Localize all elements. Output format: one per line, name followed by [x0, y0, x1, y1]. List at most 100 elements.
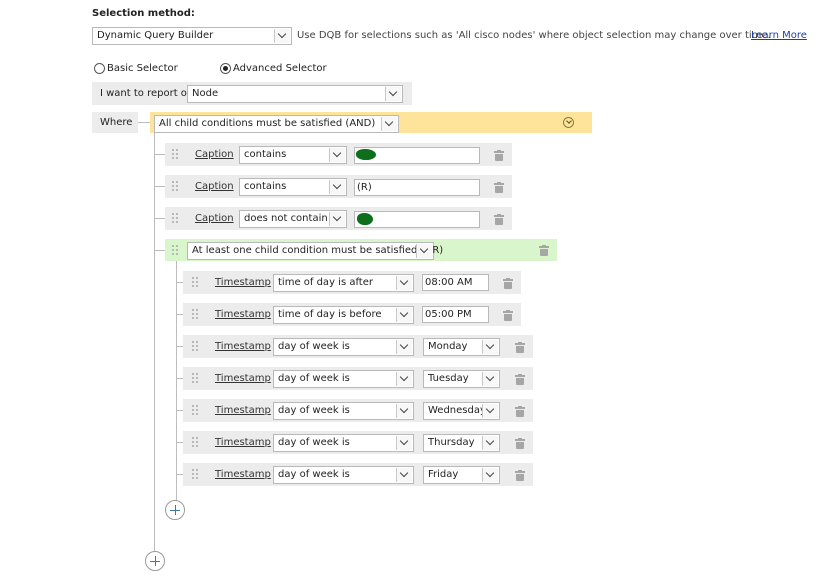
- or-group-value: At least one child condition must be sat…: [192, 245, 444, 256]
- condition-value-select[interactable]: Tuesday: [423, 370, 500, 388]
- chevron-down-icon: [329, 148, 345, 162]
- condition-operator-value: time of day is before: [278, 309, 382, 320]
- advanced-selector-radio[interactable]: [220, 63, 231, 74]
- condition-value-input[interactable]: 08:00 AM: [422, 274, 489, 291]
- condition-value: Tuesday: [428, 373, 469, 384]
- trash-icon[interactable]: [515, 406, 525, 417]
- redaction-mark: [357, 213, 373, 225]
- chevron-down-icon: [482, 340, 498, 354]
- drag-handle-icon[interactable]: [172, 149, 180, 159]
- condition-field[interactable]: Timestamp: [215, 405, 271, 416]
- tree-branch: [154, 250, 165, 251]
- drag-handle-icon[interactable]: [172, 245, 180, 255]
- condition-value-select[interactable]: Wednesday: [423, 402, 500, 420]
- condition-operator-select[interactable]: contains: [239, 146, 347, 164]
- and-tree-line: [154, 133, 155, 551]
- chevron-down-icon: [329, 180, 345, 194]
- condition-value-select[interactable]: Thursday: [423, 434, 500, 452]
- condition-field[interactable]: Timestamp: [215, 309, 271, 320]
- condition-field[interactable]: Timestamp: [215, 341, 271, 352]
- selection-method-select[interactable]: Dynamic Query Builder: [92, 27, 292, 45]
- advanced-selector-label: Advanced Selector: [233, 63, 327, 74]
- trash-icon[interactable]: [494, 214, 504, 225]
- drag-handle-icon[interactable]: [192, 405, 200, 415]
- condition-field[interactable]: Caption: [195, 149, 234, 160]
- condition-operator-value: day of week is: [278, 405, 350, 416]
- tree-branch: [176, 282, 183, 283]
- condition-value-select[interactable]: Friday: [423, 466, 500, 484]
- condition-operator-select[interactable]: day of week is: [273, 466, 414, 484]
- drag-handle-icon[interactable]: [192, 437, 200, 447]
- condition-value: 08:00 AM: [425, 277, 473, 288]
- condition-operator-value: day of week is: [278, 373, 350, 384]
- and-group-select[interactable]: All child conditions must be satisfied (…: [154, 115, 399, 133]
- or-group-select[interactable]: At least one child condition must be sat…: [187, 242, 443, 260]
- condition-operator-select[interactable]: day of week is: [273, 434, 414, 452]
- trash-icon[interactable]: [494, 150, 504, 161]
- condition-operator-value: does not contain: [244, 213, 328, 224]
- condition-field[interactable]: Timestamp: [215, 277, 271, 288]
- condition-value: Wednesday: [428, 405, 486, 416]
- tree-branch: [154, 154, 165, 155]
- condition-operator-value: time of day is after: [278, 277, 373, 288]
- add-circle-icon[interactable]: [165, 500, 185, 520]
- and-group-value: All child conditions must be satisfied (…: [159, 118, 376, 129]
- trash-icon[interactable]: [515, 470, 525, 481]
- tree-branch: [176, 314, 183, 315]
- trash-icon[interactable]: [515, 374, 525, 385]
- add-circle-icon[interactable]: [145, 551, 165, 571]
- selection-method-label: Selection method:: [92, 8, 195, 19]
- condition-operator-value: contains: [244, 149, 287, 160]
- condition-operator-select[interactable]: day of week is: [273, 402, 414, 420]
- chevron-down-circle-icon[interactable]: [563, 117, 574, 128]
- condition-value: 05:00 PM: [425, 309, 472, 320]
- basic-selector-radio[interactable]: [94, 63, 105, 74]
- trash-icon[interactable]: [515, 342, 525, 353]
- drag-handle-icon[interactable]: [192, 309, 200, 319]
- trash-icon[interactable]: [515, 438, 525, 449]
- drag-handle-icon[interactable]: [192, 341, 200, 351]
- report-on-select[interactable]: Node: [187, 85, 403, 103]
- condition-operator-select[interactable]: does not contain: [239, 210, 347, 228]
- condition-value: Monday: [428, 341, 468, 352]
- drag-handle-icon[interactable]: [192, 277, 200, 287]
- condition-operator-value: day of week is: [278, 341, 350, 352]
- condition-field[interactable]: Caption: [195, 213, 234, 224]
- tree-branch: [176, 378, 183, 379]
- condition-operator-select[interactable]: time of day is after: [273, 274, 414, 292]
- condition-value-input[interactable]: 05:00 PM: [422, 306, 489, 323]
- learn-more-link[interactable]: Learn More: [751, 30, 807, 41]
- condition-value-select[interactable]: Monday: [423, 338, 500, 356]
- drag-handle-icon[interactable]: [192, 469, 200, 479]
- condition-operator-value: day of week is: [278, 437, 350, 448]
- condition-field[interactable]: Timestamp: [215, 373, 271, 384]
- trash-icon[interactable]: [539, 245, 549, 256]
- chevron-down-icon: [416, 244, 432, 258]
- chevron-down-icon: [396, 468, 412, 482]
- condition-operator-select[interactable]: time of day is before: [273, 306, 414, 324]
- tree-branch: [154, 218, 165, 219]
- condition-field[interactable]: Caption: [195, 181, 234, 192]
- chevron-down-icon: [396, 308, 412, 322]
- report-on-value: Node: [192, 88, 219, 99]
- condition-operator-select[interactable]: day of week is: [273, 370, 414, 388]
- drag-handle-icon[interactable]: [172, 213, 180, 223]
- chevron-down-icon: [396, 276, 412, 290]
- trash-icon[interactable]: [503, 278, 513, 289]
- condition-value-input[interactable]: (R): [354, 179, 480, 196]
- trash-icon[interactable]: [494, 182, 504, 193]
- chevron-down-icon: [482, 404, 498, 418]
- condition-field[interactable]: Timestamp: [215, 469, 271, 480]
- chevron-down-icon: [396, 404, 412, 418]
- condition-value: Thursday: [428, 437, 475, 448]
- condition-operator-select[interactable]: contains: [239, 178, 347, 196]
- condition-operator-select[interactable]: day of week is: [273, 338, 414, 356]
- drag-handle-icon[interactable]: [172, 181, 180, 191]
- redaction-mark: [356, 149, 376, 160]
- chevron-down-icon: [381, 117, 397, 131]
- where-connector: [138, 122, 150, 123]
- trash-icon[interactable]: [503, 310, 513, 321]
- tree-branch: [176, 346, 183, 347]
- condition-field[interactable]: Timestamp: [215, 437, 271, 448]
- drag-handle-icon[interactable]: [192, 373, 200, 383]
